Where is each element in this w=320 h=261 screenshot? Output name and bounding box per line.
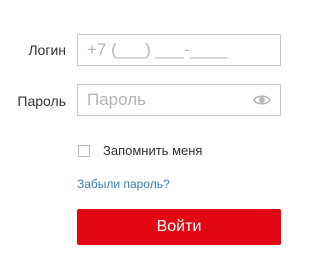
remember-me-label: Запомнить меня [103, 143, 203, 158]
password-label: Пароль [17, 93, 66, 109]
password-field-container [77, 84, 281, 116]
eye-icon[interactable] [253, 93, 271, 107]
remember-me-checkbox[interactable] [78, 144, 90, 157]
login-field-container [77, 34, 281, 66]
forgot-password-link[interactable]: Забыли пароль? [77, 177, 170, 191]
login-label: Логин [28, 42, 66, 58]
password-input[interactable] [87, 90, 247, 110]
remember-me-row[interactable]: Запомнить меня [78, 143, 202, 158]
login-input[interactable] [87, 40, 247, 60]
login-button[interactable]: Войти [77, 209, 281, 245]
login-form: Логин Пароль Запомнить меня Забыли парол… [0, 0, 315, 261]
